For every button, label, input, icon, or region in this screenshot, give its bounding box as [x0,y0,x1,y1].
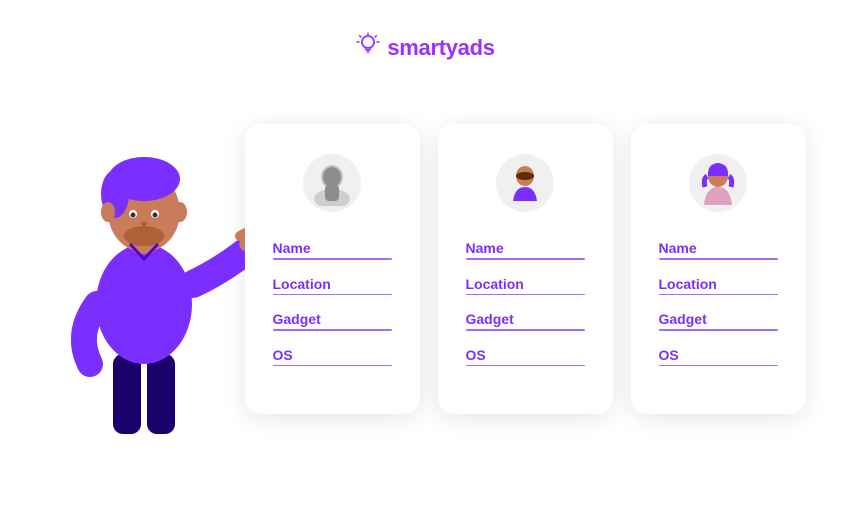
card-3-name-label: Name [659,240,697,256]
card-3-location-line [659,294,778,296]
logo-icon [355,32,381,64]
card-1-gadget-label: Gadget [273,311,321,327]
card-1-name-line [273,258,392,260]
card-1-os-label: OS [273,347,293,363]
card-2-os-line [466,365,585,367]
card-1-os-line [273,365,392,367]
cards-area: Name Location Gadget OS Name Location [245,124,806,414]
avatar-3 [689,154,747,212]
card-3-os-line [659,365,778,367]
logo-text: smartyads [387,35,494,61]
card-2-gadget-label: Gadget [466,311,514,327]
card-2-gadget-line [466,329,585,331]
card-3-name-line [659,258,778,260]
card-1-location-line [273,294,392,296]
card-3-os-label: OS [659,347,679,363]
profile-card-2: Name Location Gadget OS [438,124,613,414]
header: smartyads [0,0,850,84]
card-1-gadget-line [273,329,392,331]
person-illustration [45,84,245,454]
card-3-gadget-line [659,329,778,331]
card-3-gadget-label: Gadget [659,311,707,327]
avatar-2 [496,154,554,212]
card-1-name-label: Name [273,240,311,256]
card-1-location-label: Location [273,276,331,292]
card-2-name-label: Name [466,240,504,256]
profile-card-1: Name Location Gadget OS [245,124,420,414]
card-2-location-line [466,294,585,296]
avatar-1 [303,154,361,212]
profile-card-3: Name Location Gadget OS [631,124,806,414]
card-2-os-label: OS [466,347,486,363]
card-3-location-label: Location [659,276,717,292]
card-2-location-label: Location [466,276,524,292]
card-2-name-line [466,258,585,260]
main-content: Name Location Gadget OS Name Location [0,84,850,454]
